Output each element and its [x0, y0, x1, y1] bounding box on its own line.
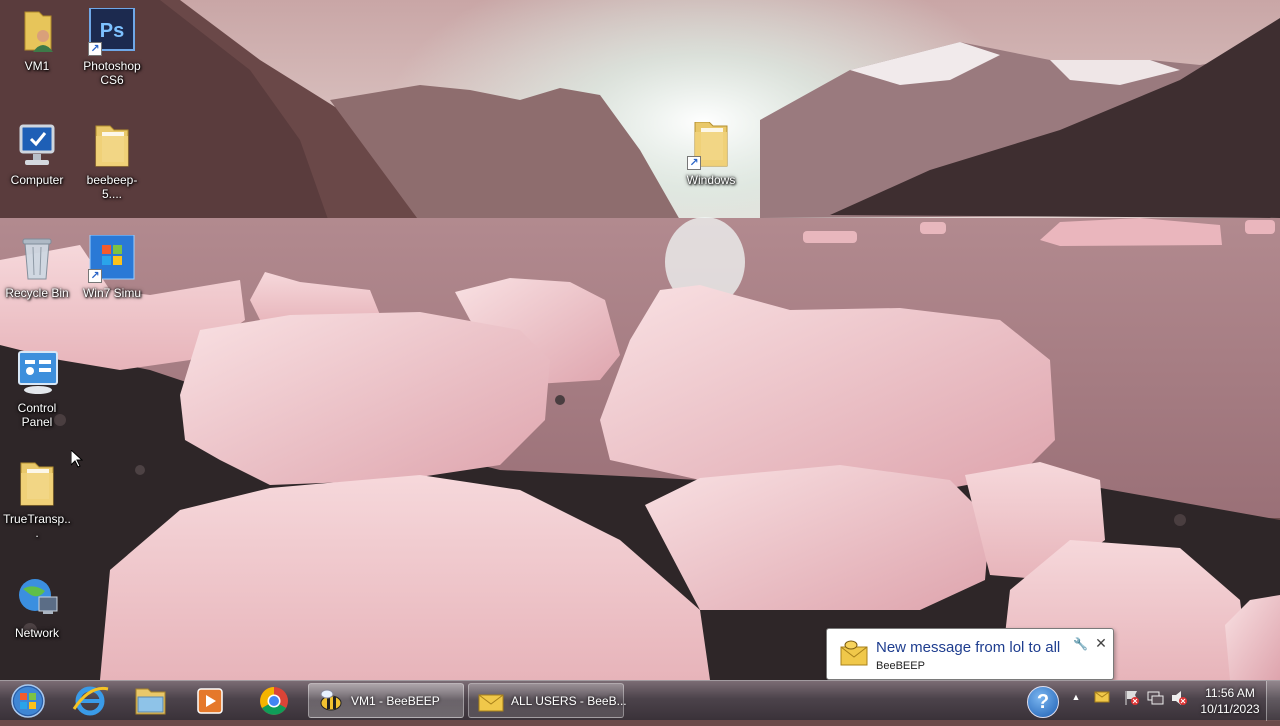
chevron-up-icon: ▲ — [1071, 692, 1081, 702]
taskbar-window-all-users-beebeep[interactable]: ALL USERS - BeeB... — [468, 683, 627, 718]
desktop-icon-label: VM1 — [24, 59, 50, 73]
desktop-icon-recycle-bin[interactable]: Recycle Bin — [2, 235, 72, 300]
notification-title: New message from lol to all — [876, 639, 1061, 656]
volume-muted-icon[interactable] — [1170, 689, 1188, 711]
user-folder-icon — [13, 8, 61, 56]
desktop-icon-win7-simu[interactable]: ↗ Win7 Simu — [77, 234, 147, 300]
file-explorer-icon[interactable] — [124, 683, 176, 719]
close-icon[interactable]: ✕ — [1093, 635, 1109, 652]
options-wrench-icon[interactable]: 🔧 — [1073, 637, 1088, 651]
desktop-icon-label: Computer — [10, 173, 64, 187]
desktop-icon-network[interactable]: Network — [2, 575, 72, 640]
desktop-icon-label: Network — [14, 626, 59, 640]
desktop-icon-label: beebeep-5.... — [86, 173, 138, 201]
photoshop-icon: Ps ↗ — [88, 7, 136, 56]
notification-balloon[interactable]: New message from lol to all BeeBEEP 🔧 ✕ — [826, 628, 1114, 680]
help-icon-glyph: ? — [1036, 691, 1050, 713]
notification-app-name: BeeBEEP — [876, 660, 925, 672]
desktop-icon-vm1[interactable]: VM1 — [2, 8, 72, 73]
desktop-icon-label: Photoshop CS6 — [83, 59, 141, 87]
beebeep-envelope-icon — [839, 639, 869, 667]
network-icon — [13, 575, 61, 623]
taskbar-window-label: ALL USERS - BeeB... — [511, 693, 627, 708]
desktop-icon-label: TrueTransp... — [3, 512, 71, 540]
desktop-icon-control-panel[interactable]: Control Panel — [2, 350, 72, 429]
folder-icon — [13, 461, 61, 509]
internet-explorer-icon[interactable] — [64, 683, 116, 719]
desktop-icon-photoshop[interactable]: Ps ↗ Photoshop CS6 — [77, 7, 147, 87]
svg-text:Ps: Ps — [100, 20, 124, 42]
recycle-bin-icon — [13, 235, 61, 283]
clock-date: 10/11/2023 — [1200, 702, 1260, 716]
beebeep-chat-icon — [477, 689, 505, 713]
win7-simu-icon: ↗ — [88, 234, 136, 283]
help-icon[interactable]: ? — [1027, 686, 1059, 718]
shortcut-arrow-icon: ↗ — [687, 156, 701, 170]
desktop-icon-label: Windows — [686, 173, 736, 187]
show-hidden-icons-button[interactable]: ▲ — [1067, 692, 1085, 714]
mouse-cursor-icon — [70, 448, 84, 468]
folder-icon — [88, 122, 136, 170]
media-player-icon[interactable] — [184, 683, 236, 719]
start-button[interactable] — [4, 681, 52, 721]
beebeep-tray-icon[interactable] — [1093, 689, 1111, 711]
shortcut-arrow-icon: ↗ — [88, 42, 102, 56]
beebeep-bee-icon — [317, 689, 345, 713]
desktop-icon-computer[interactable]: Computer — [2, 122, 72, 187]
desktop-icon-truetransp-folder[interactable]: TrueTransp... — [2, 461, 72, 540]
chrome-icon[interactable] — [248, 683, 300, 719]
control-panel-icon — [13, 350, 61, 398]
clock-time: 11:56 AM — [1205, 686, 1255, 700]
computer-icon — [13, 122, 61, 170]
shortcut-arrow-icon: ↗ — [88, 269, 102, 283]
network-status-icon[interactable] — [1146, 689, 1164, 711]
folder-shortcut-icon: ↗ — [687, 121, 735, 170]
desktop-icon-beebeep-folder[interactable]: beebeep-5.... — [77, 122, 147, 201]
desktop-icon-label: Control Panel — [17, 401, 57, 429]
desktop-icon-label: Win7 Simu — [82, 286, 141, 300]
show-desktop-button[interactable] — [1266, 681, 1280, 721]
desktop-icon-windows[interactable]: ↗ Windows — [676, 121, 746, 187]
taskbar-window-vm1-beebeep[interactable]: VM1 - BeeBEEP — [308, 683, 464, 718]
desktop-icon-label: Recycle Bin — [5, 286, 69, 300]
system-clock[interactable]: 11:56 AM 10/11/2023 — [1195, 685, 1265, 717]
taskbar-window-label: VM1 - BeeBEEP — [351, 693, 440, 708]
taskbar: VM1 - BeeBEEP ALL USERS - BeeB... ? ▲ 11… — [0, 680, 1280, 721]
desktop-wallpaper — [0, 0, 1280, 680]
action-center-flag-icon[interactable] — [1123, 689, 1141, 711]
